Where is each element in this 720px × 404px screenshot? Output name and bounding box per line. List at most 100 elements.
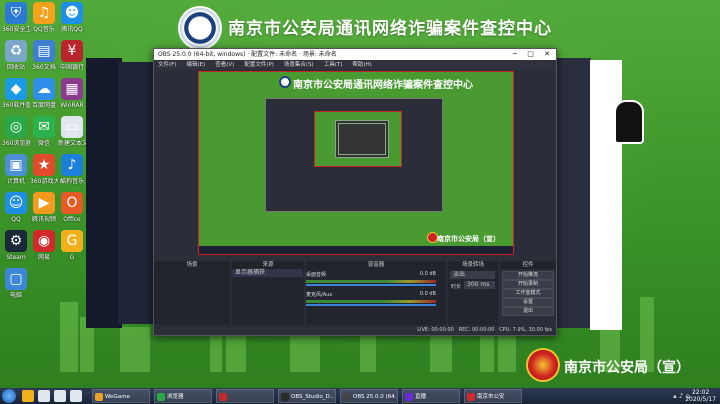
document-icon[interactable] (38, 390, 50, 402)
video-icon: ▶ (33, 192, 55, 214)
shield-icon: ⛨ (5, 2, 27, 24)
recycle-bin-icon: ♻ (5, 40, 27, 62)
background-app-sidebar[interactable] (86, 58, 122, 328)
obs-title-bar[interactable]: OBS 25.0.0 (64-bit, windows) · 配置文件: 未命名… (154, 49, 556, 60)
document-icon[interactable] (70, 390, 82, 402)
menu-item[interactable]: 编辑(E) (186, 62, 205, 68)
menu-item[interactable]: 工具(T) (324, 62, 343, 68)
steam-icon: ⚙ (5, 230, 27, 252)
police-badge-icon (528, 350, 558, 380)
desktop-icon-label: 计算机 (6, 178, 25, 185)
desktop-icon[interactable]: ◉ 网易 (30, 230, 58, 274)
rec-timer: REC: 00:00:00 (458, 327, 495, 333)
studio-mode-button[interactable]: 工作室模式 (502, 289, 554, 298)
taskbar-app-button[interactable]: WeGame (92, 389, 150, 403)
background-chat-window[interactable] (555, 58, 591, 328)
mixer-channel-name: 麦克风/Aux (306, 292, 333, 298)
obs-menu-bar: 文件(F) 编辑(E) 查看(V) 配置文件(P) 场景集合(S) 工具(T) 帮助(H) (154, 60, 556, 70)
menu-item[interactable]: 文件(F) (158, 62, 176, 68)
desktop-icon-label: 电脑 (9, 292, 22, 299)
desktop-icon-label: Steam (6, 254, 26, 261)
banner-title: 南京市公安局通讯网络诈骗案件查控中心 (228, 19, 552, 39)
note-icon: ♪ (61, 154, 83, 176)
file-explorer-icon[interactable] (22, 390, 34, 402)
music-icon: ♫ (33, 2, 55, 24)
volume-slider[interactable] (306, 284, 436, 286)
preview-footer-brand: 南京市公安局（宣） (437, 235, 500, 243)
volume-slider[interactable] (306, 304, 436, 306)
sources-list[interactable]: 显示器捕获 (232, 269, 304, 325)
transition-select[interactable]: 淡出 (450, 271, 495, 279)
cloud-icon: ☁ (33, 78, 55, 100)
desktop-icon-label: 百度网盘 (31, 102, 56, 109)
file-icon: ▭ (61, 116, 83, 138)
desktop-icon-label: 微信 (37, 140, 50, 147)
qq-icon: ☺ (5, 192, 27, 214)
desktop-icon-label: 网易 (37, 254, 50, 261)
desktop-icon-label: G (69, 254, 75, 261)
cpu-usage: CPU: 7.9%, 30.00 fps (499, 327, 552, 333)
taskbar-app-button[interactable]: 直播 (402, 389, 460, 403)
settings-button[interactable]: 设置 (502, 298, 554, 307)
g-icon: G (61, 230, 83, 252)
desktop-icon[interactable]: ▢ 电脑 (2, 268, 30, 312)
transitions-dock-title: 场景转场 (448, 261, 498, 269)
desktop-icon-label: 中国银行 (59, 64, 84, 71)
menu-item[interactable]: 帮助(H) (352, 62, 371, 68)
preview-banner-title: 南京市公安局通讯网络诈骗案件查控中心 (293, 80, 473, 91)
controls-dock-title: 控件 (500, 261, 556, 269)
mixer-channel-db: 0.0 dB (419, 271, 436, 277)
start-recording-button[interactable]: 开始录制 (502, 280, 554, 289)
menu-item[interactable]: 配置文件(P) (244, 62, 274, 68)
mixer-dock-title: 混音器 (306, 261, 446, 269)
duration-label: 时长 (451, 284, 462, 290)
archive-icon: ▦ (61, 78, 83, 100)
desktop-icon-label: QQ音乐 (33, 26, 55, 33)
document-icon[interactable] (54, 390, 66, 402)
nested-obs-window (265, 98, 443, 212)
monitor-icon: ▢ (5, 268, 27, 290)
taskbar-app-button[interactable]: 浏览器 (154, 389, 212, 403)
obs-window[interactable]: OBS 25.0.0 (64-bit, windows) · 配置文件: 未命名… (153, 48, 557, 336)
scenes-list[interactable] (154, 269, 230, 325)
taskbar-app-button[interactable]: OBS 25.0.0 (64... (340, 389, 398, 403)
police-emblem-icon (180, 8, 220, 48)
app-icon: ◉ (33, 230, 55, 252)
character-sticker-icon (614, 100, 644, 144)
mixer-channel-desktop: 桌面音频 0.0 dB (306, 271, 436, 286)
computer-icon: ▣ (5, 154, 27, 176)
taskbar-app-button[interactable] (216, 389, 274, 403)
start-streaming-button[interactable]: 开始推流 (502, 271, 554, 280)
live-timer: LIVE: 00:00:00 (417, 327, 454, 333)
desktop-icon-label: 360安全卫士 (2, 26, 30, 33)
background-app-window[interactable] (118, 62, 154, 324)
source-item[interactable]: 显示器捕获 (232, 269, 303, 277)
start-button[interactable] (2, 389, 16, 403)
obs-preview-canvas[interactable]: 南京市公安局通讯网络诈骗案件查控中心 南京市公安局（宣） (198, 71, 514, 255)
volume-meter (306, 280, 436, 283)
desktop-icon-label: QQ (11, 216, 21, 223)
nested-preview-deep (335, 120, 389, 158)
menu-item[interactable]: 查看(V) (215, 62, 234, 68)
desktop-icon-label: 新建文本文档 (58, 140, 86, 147)
bank-icon: ¥ (61, 40, 83, 62)
taskbar-clock[interactable]: 22:02 2020/5/17 (685, 389, 716, 403)
desktop-icon-label: 腾讯QQ (61, 26, 83, 33)
mixer-channel-mic: 麦克风/Aux 0.0 dB (306, 291, 436, 306)
window-controls[interactable]: ─ □ ✕ (513, 49, 554, 60)
desktop-icon-label: Office (63, 216, 81, 223)
mixer-channel-db: 0.0 dB (419, 291, 436, 297)
penguin-icon: ☻ (61, 2, 83, 24)
menu-item[interactable]: 场景集合(S) (284, 62, 314, 68)
desktop-icon[interactable]: GG (58, 230, 86, 274)
browser-icon: ◎ (5, 116, 27, 138)
duration-input[interactable]: 300 ms (464, 281, 495, 289)
scenes-dock-title: 场景 (154, 261, 230, 269)
desktop-icon-label: 回收站 (6, 64, 25, 71)
taskbar-app-button[interactable]: 南京市公安 (464, 389, 522, 403)
obs-title-text: OBS 25.0.0 (64-bit, windows) · 配置文件: 未命名… (158, 51, 337, 58)
taskbar-app-button[interactable]: OBS_Studio_D... (278, 389, 336, 403)
exit-button[interactable]: 退出 (502, 307, 554, 316)
chat-icon: ✉ (33, 116, 55, 138)
desktop-icon-label: 360浏览器 (2, 140, 30, 147)
